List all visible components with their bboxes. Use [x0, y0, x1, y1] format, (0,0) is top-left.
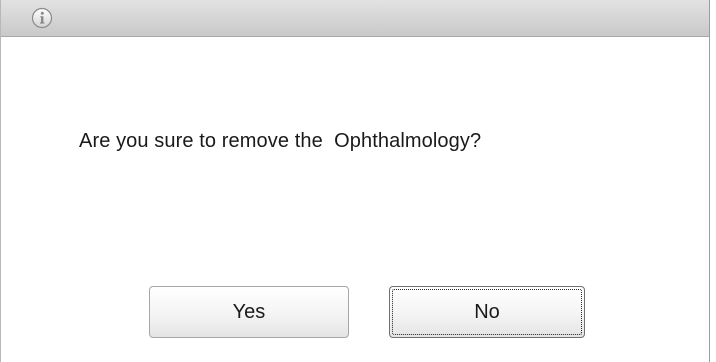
dialog-titlebar — [1, 0, 709, 37]
no-button[interactable]: No — [389, 286, 585, 338]
yes-button-label: Yes — [232, 300, 266, 323]
confirm-dialog: Are you sure to remove the Ophthalmology… — [0, 0, 710, 362]
info-icon — [31, 7, 53, 29]
no-button-label: No — [474, 300, 500, 323]
dialog-message: Are you sure to remove the Ophthalmology… — [79, 130, 482, 152]
window-edge — [710, 0, 716, 362]
yes-button[interactable]: Yes — [149, 286, 349, 338]
